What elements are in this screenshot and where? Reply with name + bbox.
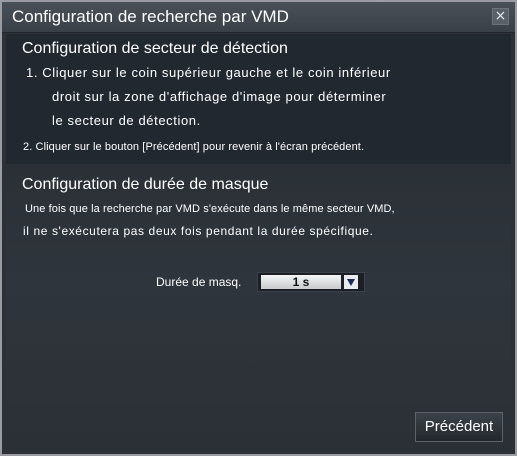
step1-line2: droit sur la zone d'affichage d'image po… xyxy=(52,89,387,104)
mask-duration-label: Durée de masq. xyxy=(156,275,242,289)
step2-text: 2. Cliquer sur le bouton [Précédent] pou… xyxy=(23,141,365,153)
close-icon: × xyxy=(494,8,507,24)
mask-desc-line1: Une fois que la recherche par VMD s'exéc… xyxy=(25,203,395,215)
close-button[interactable]: × xyxy=(492,8,509,25)
step1-line1: 1. Cliquer sur le coin supérieur gauche … xyxy=(26,65,391,80)
detection-area-section: Configuration de secteur de détection 1.… xyxy=(6,34,511,164)
detection-area-heading: Configuration de secteur de détection xyxy=(22,40,288,57)
triangle-down-icon[interactable] xyxy=(344,275,358,289)
mask-duration-select[interactable]: 1 s xyxy=(257,272,365,292)
mask-duration-value: 1 s xyxy=(261,275,341,289)
mask-duration-heading: Configuration de durée de masque xyxy=(22,176,269,193)
step1-line3: le secteur de détection. xyxy=(52,113,201,128)
dialog-body: Configuration de secteur de détection 1.… xyxy=(6,34,511,450)
back-button[interactable]: Précédent xyxy=(415,412,503,442)
title-bar: Configuration de recherche par VMD × xyxy=(2,2,515,33)
dialog-title: Configuration de recherche par VMD xyxy=(12,7,289,26)
mask-duration-section: Configuration de durée de masque Une foi… xyxy=(6,167,511,327)
vmd-search-config-dialog: Configuration de recherche par VMD × Con… xyxy=(0,0,517,456)
mask-desc-line2: il ne s'exécutera pas deux fois pendant … xyxy=(23,224,374,238)
